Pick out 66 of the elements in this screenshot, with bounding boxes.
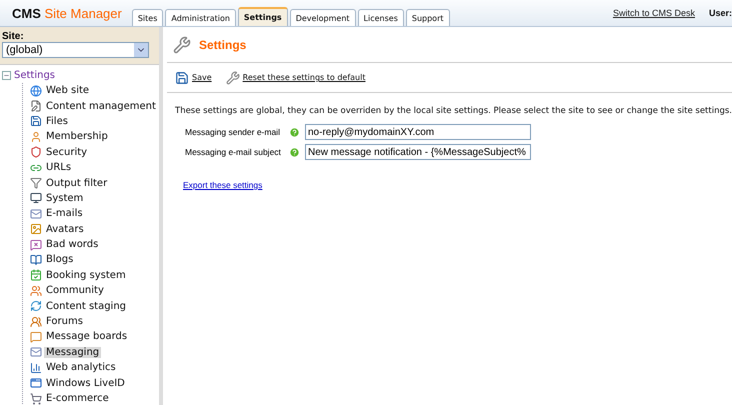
site-select[interactable]: (global) <box>2 42 149 58</box>
tree-item[interactable]: Output filter <box>44 178 110 189</box>
site-label: Site: <box>2 31 25 42</box>
shield-icon <box>30 146 42 158</box>
text-field[interactable]: New message notification - {%MessageSubject% <box>305 144 531 160</box>
tree-item[interactable]: Content staging <box>44 300 128 312</box>
collapse-toggle-icon[interactable] <box>2 71 11 80</box>
tree-item[interactable]: E-commerce <box>44 393 111 404</box>
nav-tab[interactable]: Settings <box>238 7 288 26</box>
tree-item[interactable]: Community <box>44 285 106 296</box>
user-icon <box>30 130 42 143</box>
speech-bubble-icon <box>30 330 42 343</box>
nav-tab[interactable]: Sites <box>132 9 164 26</box>
tree-item[interactable]: Web site <box>44 85 92 96</box>
tree-item[interactable]: Bad words <box>44 239 100 250</box>
nav-tab[interactable]: Licenses <box>358 9 404 26</box>
tree-item[interactable]: Forums <box>44 316 85 328</box>
save-link[interactable]: Save <box>175 70 212 84</box>
bar-chart-icon <box>30 362 42 374</box>
tree-item[interactable]: Blogs <box>44 254 76 266</box>
text-field[interactable]: no-reply@mydomainXY.com <box>305 124 531 140</box>
calendar-icon <box>30 269 42 282</box>
wrench-icon <box>173 36 191 54</box>
help-icon[interactable] <box>289 126 300 138</box>
tree-item[interactable]: Booking system <box>44 270 128 281</box>
reset-link[interactable]: Reset these settings to default <box>226 70 366 84</box>
tree-item[interactable]: Security <box>44 146 90 158</box>
field-label: Messaging sender e-mail <box>185 127 281 137</box>
window-icon <box>30 377 42 390</box>
tree-item[interactable]: Membership <box>44 131 110 142</box>
tree-item[interactable]: E-mails <box>44 208 85 220</box>
document-pen-icon <box>30 100 42 112</box>
wrench-icon[interactable] <box>226 70 240 84</box>
speech-bubble-icon <box>30 238 42 251</box>
book-icon <box>30 254 42 266</box>
cart-icon <box>30 392 42 404</box>
monitor-icon <box>30 192 42 204</box>
tree-item[interactable]: System <box>44 192 86 204</box>
tree-item[interactable]: Windows LiveID <box>44 378 127 389</box>
user-label: User: <box>708 8 732 18</box>
export-link[interactable]: Export these settings <box>183 180 262 190</box>
tree-root-item[interactable]: Settings <box>14 70 56 81</box>
tree-item[interactable]: Web analytics <box>44 362 118 374</box>
funnel-icon <box>30 177 42 190</box>
tree-item[interactable]: Files <box>44 116 70 127</box>
tree-item[interactable]: URLs <box>44 162 74 174</box>
info-text: These settings are global, they can be overriden by the local site settings. Please select the site to see or change the site settings. <box>175 106 732 116</box>
refresh-icon <box>30 300 42 312</box>
envelope-icon <box>30 208 42 220</box>
switch-desk-link[interactable]: Switch to CMS Desk <box>612 8 695 18</box>
nav-tab[interactable]: Administration <box>165 9 236 26</box>
tree-item[interactable]: Messaging <box>44 346 102 358</box>
picture-icon <box>30 223 42 236</box>
field-label: Messaging e-mail subject <box>185 147 282 157</box>
users-icon <box>30 316 42 328</box>
envelope-icon <box>30 346 42 358</box>
nav-tab[interactable]: Support <box>406 9 450 26</box>
tree-item[interactable]: Avatars <box>44 224 86 235</box>
page-title: Settings <box>199 38 246 52</box>
globe-icon <box>30 84 42 97</box>
app-logo: CMS Site Manager <box>12 6 122 20</box>
tree-item[interactable]: Content management <box>44 100 158 112</box>
nav-tab[interactable]: Development <box>290 9 356 26</box>
tree-item[interactable]: Message boards <box>44 331 130 342</box>
users-icon <box>30 284 42 297</box>
help-icon[interactable] <box>289 146 300 158</box>
